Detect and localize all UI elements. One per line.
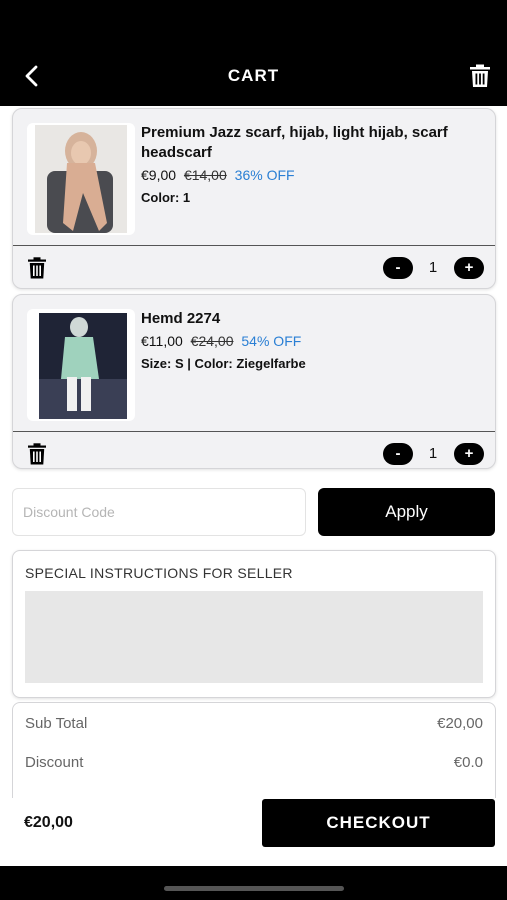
quantity-value: 1 <box>428 445 438 462</box>
cart-total: €20,00 <box>24 814 73 831</box>
discount-value: €0.0 <box>453 754 483 771</box>
trash-icon[interactable] <box>27 443 47 465</box>
item-info: Hemd 2274 €11,00 €24,00 54% OFF Size: S … <box>141 309 455 373</box>
checkout-button[interactable]: CHECKOUT <box>262 799 495 847</box>
special-instructions-label: SPECIAL INSTRUCTIONS FOR SELLER <box>25 565 293 581</box>
item-variant: Color: 1 <box>141 190 191 205</box>
home-indicator[interactable] <box>164 886 344 891</box>
quantity-increase-button[interactable]: + <box>454 443 484 465</box>
cart-content: Premium Jazz scarf, hijab, light hijab, … <box>0 106 507 798</box>
item-name[interactable]: Premium Jazz scarf, hijab, light hijab, … <box>141 123 455 163</box>
item-old-price: €14,00 <box>183 167 227 183</box>
cart-item: Premium Jazz scarf, hijab, light hijab, … <box>12 108 496 289</box>
item-variant: Size: S | Color: Ziegelfarbe <box>141 356 306 371</box>
discount-code-input[interactable] <box>12 488 306 536</box>
quantity-decrease-button[interactable]: - <box>383 257 413 279</box>
divider <box>13 245 495 246</box>
apply-button[interactable]: Apply <box>318 488 495 536</box>
item-name[interactable]: Hemd 2274 <box>141 309 455 329</box>
subtotal-value: €20,00 <box>437 715 483 732</box>
item-discount: 54% OFF <box>241 333 302 349</box>
quantity-increase-button[interactable]: + <box>454 257 484 279</box>
divider <box>13 431 495 432</box>
item-discount: 36% OFF <box>234 167 295 183</box>
trash-icon[interactable] <box>469 64 491 88</box>
subtotal-row: Sub Total €20,00 <box>25 715 483 735</box>
price-line: €9,00 €14,00 36% OFF <box>141 165 455 185</box>
trash-icon[interactable] <box>27 257 47 279</box>
checkout-bar: €20,00 CHECKOUT <box>0 798 507 866</box>
cart-item: Hemd 2274 €11,00 €24,00 54% OFF Size: S … <box>12 294 496 469</box>
order-summary: Sub Total €20,00 Discount €0.0 <box>12 702 496 798</box>
price-line: €11,00 €24,00 54% OFF <box>141 331 455 351</box>
item-price: €11,00 <box>141 333 183 349</box>
item-price: €9,00 <box>141 167 177 183</box>
item-info: Premium Jazz scarf, hijab, light hijab, … <box>141 123 455 207</box>
discount-row: Discount €0.0 <box>25 754 483 774</box>
app-header: CART <box>0 0 507 106</box>
special-instructions-section: SPECIAL INSTRUCTIONS FOR SELLER <box>12 550 496 698</box>
product-image[interactable] <box>27 309 135 421</box>
page-title: CART <box>227 66 280 85</box>
product-image[interactable] <box>27 123 135 235</box>
quantity-decrease-button[interactable]: - <box>383 443 413 465</box>
item-old-price: €24,00 <box>190 333 234 349</box>
discount-label: Discount <box>25 754 84 771</box>
subtotal-label: Sub Total <box>25 715 88 732</box>
special-instructions-field[interactable] <box>25 591 483 683</box>
quantity-value: 1 <box>428 259 438 276</box>
